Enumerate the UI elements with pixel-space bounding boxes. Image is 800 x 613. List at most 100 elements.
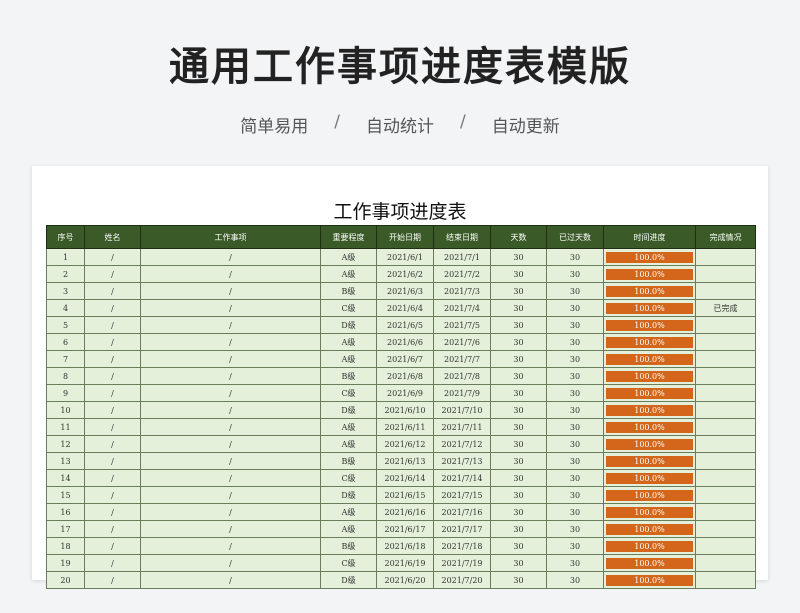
cell-level[interactable]: A级	[320, 350, 377, 368]
cell-name[interactable]: /	[84, 520, 141, 538]
cell-end[interactable]: 2021/7/8	[433, 367, 491, 385]
cell-no[interactable]: 4	[46, 299, 85, 317]
cell-status[interactable]	[695, 350, 756, 368]
cell-no[interactable]: 19	[46, 554, 85, 572]
cell-no[interactable]: 17	[46, 520, 85, 538]
cell-passed[interactable]: 30	[546, 401, 604, 419]
cell-name[interactable]: /	[84, 469, 141, 487]
cell-start[interactable]: 2021/6/2	[376, 265, 434, 283]
cell-level[interactable]: C级	[320, 299, 377, 317]
cell-passed[interactable]: 30	[546, 384, 604, 402]
cell-status[interactable]	[695, 469, 756, 487]
cell-status[interactable]	[695, 248, 756, 266]
cell-no[interactable]: 16	[46, 503, 85, 521]
cell-days[interactable]: 30	[490, 333, 547, 351]
cell-end[interactable]: 2021/7/12	[433, 435, 491, 453]
cell-no[interactable]: 3	[46, 282, 85, 300]
cell-status[interactable]	[695, 265, 756, 283]
cell-status[interactable]	[695, 537, 756, 555]
cell-task[interactable]: /	[140, 452, 321, 470]
cell-days[interactable]: 30	[490, 452, 547, 470]
cell-progress[interactable]: 100.0%	[603, 316, 696, 334]
cell-name[interactable]: /	[84, 571, 141, 589]
cell-level[interactable]: C级	[320, 554, 377, 572]
cell-name[interactable]: /	[84, 503, 141, 521]
cell-start[interactable]: 2021/6/1	[376, 248, 434, 266]
cell-level[interactable]: D级	[320, 316, 377, 334]
col-header-end[interactable]: 结束日期	[433, 225, 491, 249]
cell-no[interactable]: 20	[46, 571, 85, 589]
cell-days[interactable]: 30	[490, 248, 547, 266]
cell-start[interactable]: 2021/6/13	[376, 452, 434, 470]
cell-end[interactable]: 2021/7/18	[433, 537, 491, 555]
cell-no[interactable]: 11	[46, 418, 85, 436]
cell-days[interactable]: 30	[490, 350, 547, 368]
cell-progress[interactable]: 100.0%	[603, 452, 696, 470]
col-header-task[interactable]: 工作事项	[140, 225, 321, 249]
cell-status[interactable]	[695, 418, 756, 436]
cell-end[interactable]: 2021/7/14	[433, 469, 491, 487]
col-header-no[interactable]: 序号	[46, 225, 85, 249]
cell-progress[interactable]: 100.0%	[603, 503, 696, 521]
col-header-progress[interactable]: 时间进度	[603, 225, 696, 249]
cell-status[interactable]	[695, 282, 756, 300]
cell-start[interactable]: 2021/6/18	[376, 537, 434, 555]
cell-status[interactable]	[695, 401, 756, 419]
cell-level[interactable]: A级	[320, 333, 377, 351]
cell-days[interactable]: 30	[490, 486, 547, 504]
cell-start[interactable]: 2021/6/3	[376, 282, 434, 300]
cell-level[interactable]: B级	[320, 282, 377, 300]
cell-progress[interactable]: 100.0%	[603, 435, 696, 453]
cell-progress[interactable]: 100.0%	[603, 554, 696, 572]
cell-start[interactable]: 2021/6/9	[376, 384, 434, 402]
cell-days[interactable]: 30	[490, 469, 547, 487]
cell-level[interactable]: B级	[320, 367, 377, 385]
cell-status[interactable]	[695, 503, 756, 521]
cell-start[interactable]: 2021/6/20	[376, 571, 434, 589]
cell-name[interactable]: /	[84, 282, 141, 300]
cell-end[interactable]: 2021/7/16	[433, 503, 491, 521]
cell-days[interactable]: 30	[490, 520, 547, 538]
cell-end[interactable]: 2021/7/5	[433, 316, 491, 334]
cell-task[interactable]: /	[140, 554, 321, 572]
cell-no[interactable]: 2	[46, 265, 85, 283]
cell-level[interactable]: A级	[320, 503, 377, 521]
cell-name[interactable]: /	[84, 452, 141, 470]
cell-task[interactable]: /	[140, 571, 321, 589]
cell-task[interactable]: /	[140, 520, 321, 538]
cell-level[interactable]: A级	[320, 248, 377, 266]
cell-status[interactable]	[695, 384, 756, 402]
cell-days[interactable]: 30	[490, 503, 547, 521]
cell-level[interactable]: C级	[320, 384, 377, 402]
cell-progress[interactable]: 100.0%	[603, 520, 696, 538]
cell-passed[interactable]: 30	[546, 452, 604, 470]
cell-name[interactable]: /	[84, 401, 141, 419]
cell-end[interactable]: 2021/7/19	[433, 554, 491, 572]
cell-end[interactable]: 2021/7/7	[433, 350, 491, 368]
cell-passed[interactable]: 30	[546, 469, 604, 487]
col-header-passed[interactable]: 已过天数	[546, 225, 604, 249]
cell-start[interactable]: 2021/6/11	[376, 418, 434, 436]
cell-name[interactable]: /	[84, 435, 141, 453]
cell-end[interactable]: 2021/7/3	[433, 282, 491, 300]
cell-passed[interactable]: 30	[546, 418, 604, 436]
cell-level[interactable]: A级	[320, 520, 377, 538]
cell-progress[interactable]: 100.0%	[603, 418, 696, 436]
cell-no[interactable]: 12	[46, 435, 85, 453]
cell-no[interactable]: 9	[46, 384, 85, 402]
cell-days[interactable]: 30	[490, 299, 547, 317]
cell-progress[interactable]: 100.0%	[603, 282, 696, 300]
cell-progress[interactable]: 100.0%	[603, 486, 696, 504]
cell-name[interactable]: /	[84, 554, 141, 572]
cell-task[interactable]: /	[140, 435, 321, 453]
cell-progress[interactable]: 100.0%	[603, 537, 696, 555]
cell-level[interactable]: B级	[320, 537, 377, 555]
cell-passed[interactable]: 30	[546, 282, 604, 300]
cell-name[interactable]: /	[84, 486, 141, 504]
cell-no[interactable]: 1	[46, 248, 85, 266]
cell-status[interactable]	[695, 333, 756, 351]
cell-level[interactable]: A级	[320, 418, 377, 436]
cell-task[interactable]: /	[140, 469, 321, 487]
cell-level[interactable]: C级	[320, 469, 377, 487]
cell-level[interactable]: D级	[320, 571, 377, 589]
